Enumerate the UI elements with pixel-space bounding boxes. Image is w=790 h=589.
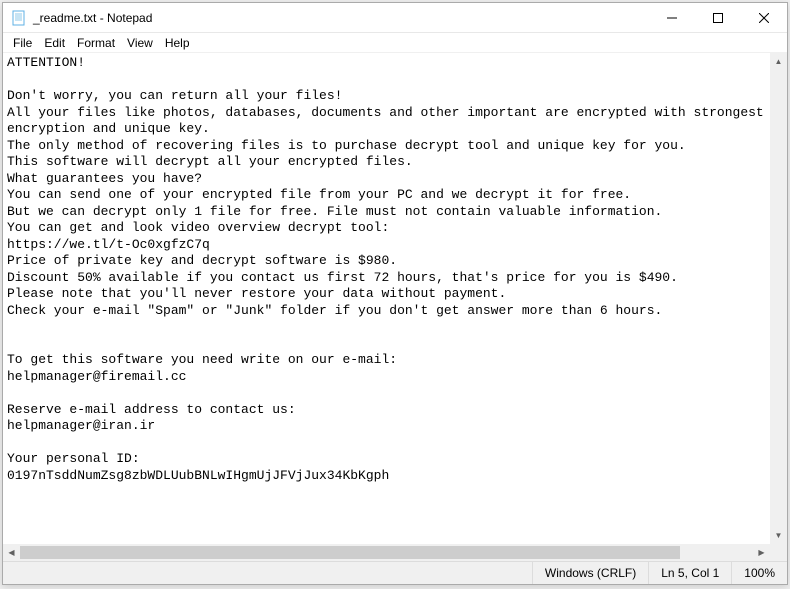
status-position: Ln 5, Col 1 <box>648 562 731 584</box>
menu-edit[interactable]: Edit <box>38 34 71 52</box>
horizontal-scrollbar[interactable]: ◀ ▶ <box>3 544 770 561</box>
menu-view[interactable]: View <box>121 34 159 52</box>
close-icon <box>759 13 769 23</box>
menubar: File Edit Format View Help <box>3 33 787 53</box>
maximize-button[interactable] <box>695 3 741 32</box>
scroll-down-button[interactable]: ▼ <box>770 527 787 544</box>
menu-file[interactable]: File <box>7 34 38 52</box>
chevron-right-icon: ▶ <box>758 548 764 557</box>
menu-help[interactable]: Help <box>159 34 196 52</box>
status-encoding: Windows (CRLF) <box>532 562 648 584</box>
window-controls <box>649 3 787 32</box>
notepad-window: _readme.txt - Notepad File Edit Format V… <box>2 2 788 585</box>
chevron-down-icon: ▼ <box>775 531 783 540</box>
close-button[interactable] <box>741 3 787 32</box>
menu-format[interactable]: Format <box>71 34 121 52</box>
titlebar: _readme.txt - Notepad <box>3 3 787 33</box>
vertical-scrollbar[interactable]: ▲ ▼ <box>770 53 787 544</box>
vertical-scroll-track[interactable] <box>770 70 787 527</box>
chevron-left-icon: ◀ <box>8 548 14 557</box>
window-title: _readme.txt - Notepad <box>33 11 649 25</box>
scroll-right-button[interactable]: ▶ <box>753 544 770 561</box>
text-editor[interactable]: ATTENTION! Don't worry, you can return a… <box>3 53 770 544</box>
notepad-icon <box>11 10 27 26</box>
minimize-button[interactable] <box>649 3 695 32</box>
editor-area: ATTENTION! Don't worry, you can return a… <box>3 53 787 561</box>
horizontal-scroll-thumb[interactable] <box>20 546 680 559</box>
scroll-left-button[interactable]: ◀ <box>3 544 20 561</box>
horizontal-scroll-track[interactable] <box>20 544 753 561</box>
scroll-up-button[interactable]: ▲ <box>770 53 787 70</box>
maximize-icon <box>713 13 723 23</box>
statusbar: Windows (CRLF) Ln 5, Col 1 100% <box>3 561 787 584</box>
chevron-up-icon: ▲ <box>775 57 783 66</box>
minimize-icon <box>667 13 677 23</box>
scroll-corner <box>770 544 787 561</box>
status-zoom: 100% <box>731 562 787 584</box>
